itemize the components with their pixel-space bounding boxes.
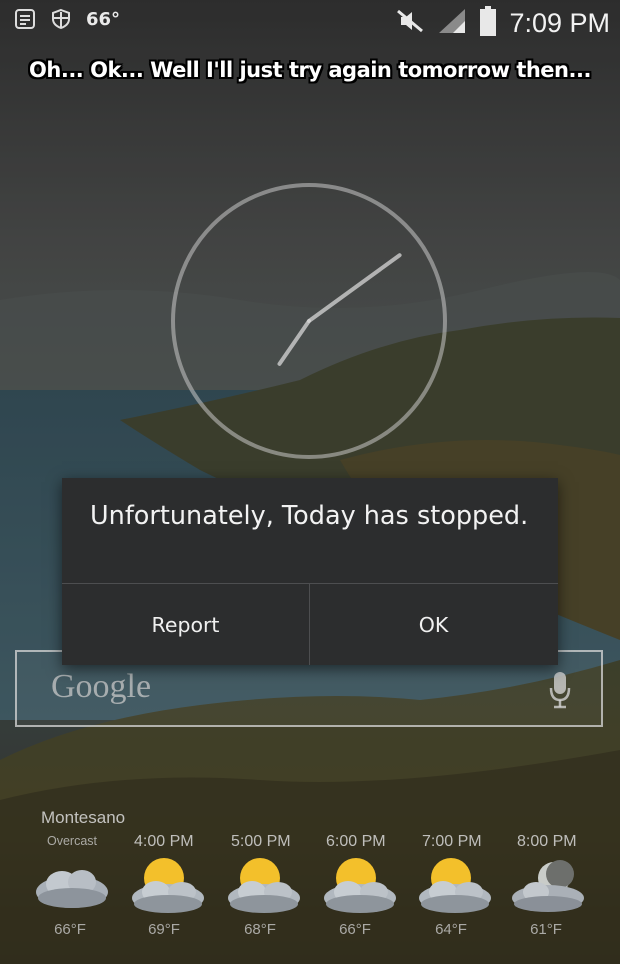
forecast-time: 6:00 PM — [326, 833, 386, 850]
clock-hour-hand — [277, 319, 311, 366]
status-time: 7:09 PM — [509, 8, 610, 38]
battery-icon — [479, 6, 497, 41]
forecast-time: 7:00 PM — [422, 833, 482, 850]
weather-condition: Overcast — [47, 834, 98, 848]
weather-widget[interactable]: Montesano Overcast 4:00 PM 5:00 PM 6:00 … — [0, 800, 620, 964]
cloudy-icon — [36, 870, 108, 908]
status-left: 66° — [14, 8, 120, 30]
forecast-time: 8:00 PM — [517, 833, 577, 850]
partly-cloudy-icon — [324, 858, 396, 913]
mute-icon — [395, 8, 425, 39]
meme-caption: Oh... Ok... Well I'll just try again tom… — [29, 58, 591, 82]
google-logo: Google — [51, 668, 152, 705]
partly-cloudy-icon — [132, 858, 204, 913]
partly-cloudy-icon — [419, 858, 491, 913]
clock-minute-hand — [307, 253, 402, 323]
analog-clock-widget[interactable] — [170, 182, 448, 460]
ok-button[interactable]: OK — [310, 584, 557, 665]
forecast-temp: 64°F — [435, 921, 467, 938]
status-bar: 66° 7:09 PM — [0, 0, 620, 42]
night-cloudy-icon — [512, 860, 584, 912]
forecast-time: 5:00 PM — [231, 833, 291, 850]
status-right: 7:09 PM — [395, 6, 610, 41]
forecast-temp: 68°F — [244, 921, 276, 938]
forecast-temp: 69°F — [148, 921, 180, 938]
shield-icon — [50, 8, 72, 30]
signal-icon — [437, 7, 467, 40]
forecast-temp: 66°F — [54, 921, 86, 938]
forecast-time: 4:00 PM — [134, 833, 194, 850]
report-button[interactable]: Report — [62, 584, 309, 665]
notes-icon — [14, 8, 36, 30]
dialog-message: Unfortunately, Today has stopped. — [90, 501, 529, 531]
error-dialog: Unfortunately, Today has stopped. Report… — [62, 478, 558, 665]
weather-location: Montesano — [41, 808, 126, 827]
forecast-temp: 66°F — [339, 921, 371, 938]
status-temperature: 66° — [86, 8, 121, 30]
forecast-temp: 61°F — [530, 921, 562, 938]
partly-cloudy-icon — [228, 858, 300, 913]
microphone-icon[interactable] — [549, 670, 571, 710]
